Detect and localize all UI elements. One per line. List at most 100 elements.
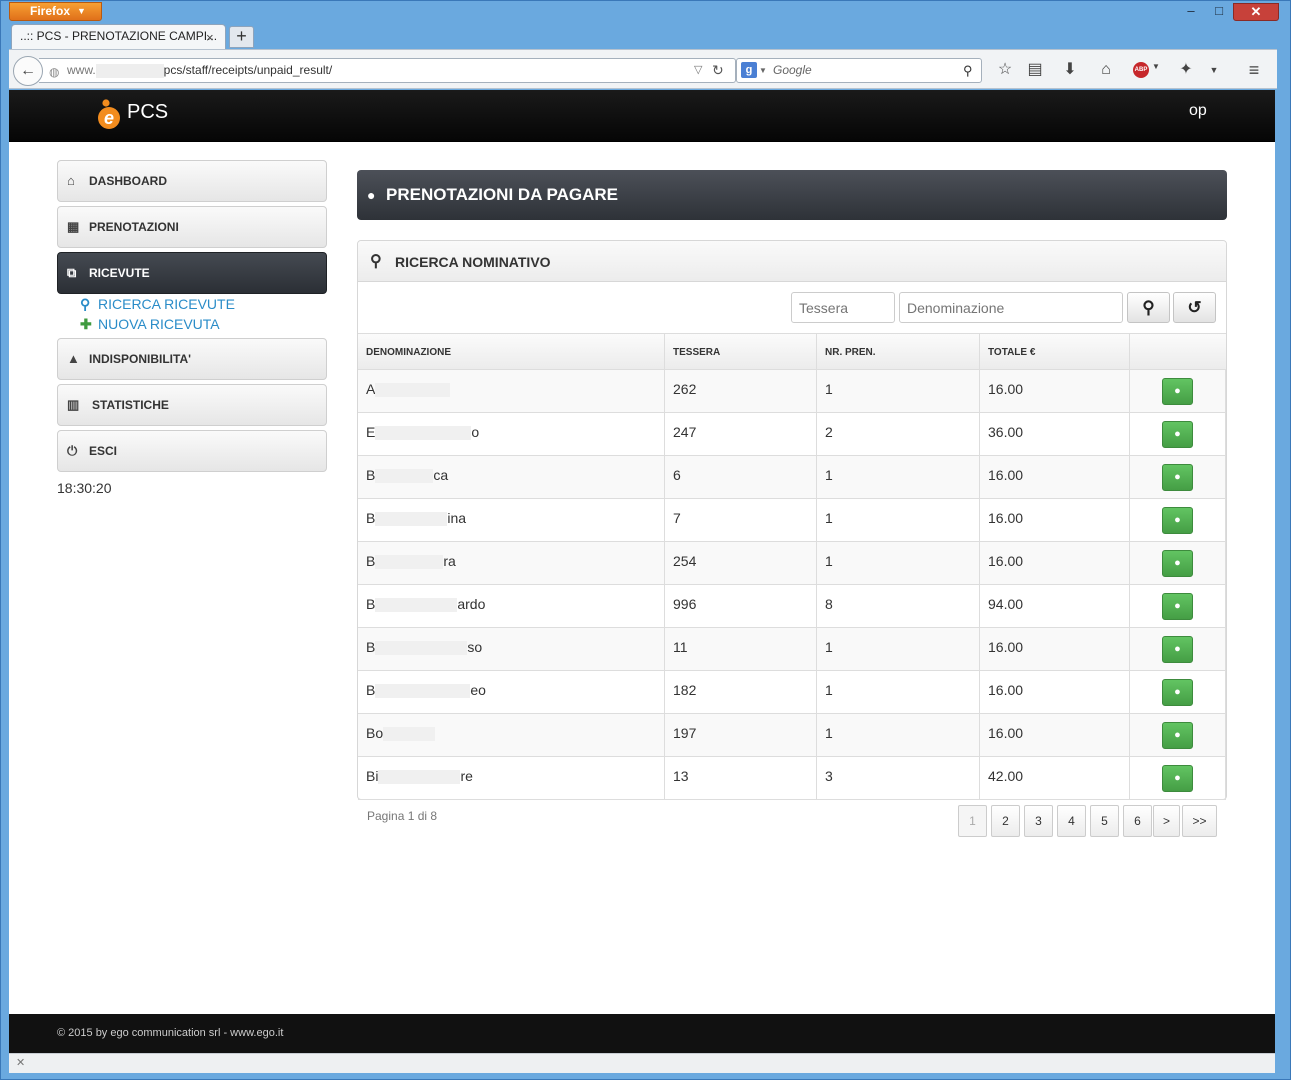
home-icon[interactable]: ⌂ xyxy=(1092,58,1120,82)
sidebar-item-indisponibilita[interactable]: ▲ INDISPONIBILITA' xyxy=(57,338,327,380)
bookmarks-icon[interactable]: ▤ xyxy=(1021,58,1049,82)
page-button[interactable]: 6 xyxy=(1123,805,1152,837)
overflow-icon[interactable]: ▼ xyxy=(1200,58,1228,82)
search-icon: ⚲ xyxy=(80,296,91,312)
back-button[interactable]: ← xyxy=(13,56,43,86)
column-header-totale[interactable]: TOTALE € xyxy=(980,334,1130,371)
search-bar[interactable]: g ▼ Google ⚲ xyxy=(736,58,982,83)
view-user-button[interactable]: ● xyxy=(1162,507,1193,534)
home-icon: ⌂ xyxy=(67,173,75,188)
user-icon: ● xyxy=(367,187,376,203)
view-user-button[interactable]: ● xyxy=(1162,464,1193,491)
cell-nr-pren: 1 xyxy=(817,671,980,714)
cell-totale: 16.00 xyxy=(980,542,1130,585)
firefox-menu-button[interactable]: Firefox ▼ xyxy=(9,2,102,21)
table-row: Bo 197 1 16.00 ● xyxy=(358,714,1226,757)
page-button[interactable]: 3 xyxy=(1024,805,1053,837)
sidebar-item-label: RICEVUTE xyxy=(89,266,150,280)
subitem-nuova-ricevuta[interactable]: ✚ NUOVA RICEVUTA xyxy=(80,316,220,333)
column-header-denominazione[interactable]: DENOMINAZIONE xyxy=(358,334,665,371)
app-header: e PCS op xyxy=(9,90,1275,142)
menu-icon[interactable]: ≡ xyxy=(1240,58,1268,82)
table-row: Bi re 13 3 42.00 ● xyxy=(358,757,1226,800)
sidebar-item-prenotazioni[interactable]: ▦ PRENOTAZIONI xyxy=(57,206,327,248)
table-row: A 262 1 16.00 ● xyxy=(358,370,1226,413)
footer-text: © 2015 by ego communication srl - www.eg… xyxy=(57,1027,284,1039)
denominazione-input[interactable] xyxy=(899,292,1123,323)
cell-actions: ● xyxy=(1130,499,1226,542)
table-row: Bina 7 1 16.00 ● xyxy=(358,499,1226,542)
maximize-button[interactable]: □ xyxy=(1205,3,1233,21)
user-menu[interactable]: op xyxy=(1189,102,1207,120)
page-button[interactable]: >> xyxy=(1182,805,1217,837)
name-redacted xyxy=(375,684,471,699)
view-user-button[interactable]: ● xyxy=(1162,765,1193,792)
cell-nr-pren: 1 xyxy=(817,456,980,499)
name-start: B xyxy=(366,467,376,483)
page-button[interactable]: 4 xyxy=(1057,805,1086,837)
subitem-ricerca-ricevute[interactable]: ⚲ RICERCA RICEVUTE xyxy=(80,296,235,313)
table-row: Eo 247 2 36.00 ● xyxy=(358,413,1226,456)
clock: 18:30:20 xyxy=(57,480,112,496)
view-user-button[interactable]: ● xyxy=(1162,550,1193,577)
history-dropdown-icon[interactable]: ▽ xyxy=(694,59,702,82)
search-button[interactable]: ⚲ xyxy=(1127,292,1170,323)
cell-actions: ● xyxy=(1130,585,1226,628)
google-engine-icon[interactable]: g xyxy=(741,62,757,78)
name-redacted xyxy=(378,770,461,785)
sidebar-item-dashboard[interactable]: ⌂ DASHBOARD xyxy=(57,160,327,202)
close-window-button[interactable]: ✕ xyxy=(1233,3,1279,21)
page-button[interactable]: 5 xyxy=(1090,805,1119,837)
page-button[interactable]: > xyxy=(1153,805,1180,837)
table-row: Bardo 996 8 94.00 ● xyxy=(358,585,1226,628)
column-header-tessera[interactable]: TESSERA xyxy=(665,334,817,371)
receipt-icon: ⧉ xyxy=(67,265,77,280)
view-user-button[interactable]: ● xyxy=(1162,593,1193,620)
page-title-bar: ● PRENOTAZIONI DA PAGARE xyxy=(357,170,1227,220)
sidebar-item-esci[interactable]: ⏻ ESCI xyxy=(57,430,327,472)
adblock-dropdown-icon[interactable]: ▼ xyxy=(1152,62,1160,71)
view-user-button[interactable]: ● xyxy=(1162,636,1193,663)
sidebar-item-statistiche[interactable]: ▥ STATISTICHE xyxy=(57,384,327,426)
name-redacted xyxy=(375,383,451,398)
close-addon-bar-icon[interactable]: ✕ xyxy=(16,1056,25,1069)
user-icon: ● xyxy=(1174,686,1181,698)
url-redacted xyxy=(95,63,164,78)
search-go-icon[interactable]: ⚲ xyxy=(963,59,973,82)
view-user-button[interactable]: ● xyxy=(1162,421,1193,448)
minimize-button[interactable]: – xyxy=(1177,3,1205,21)
sidebar-item-ricevute[interactable]: ⧉ RICEVUTE xyxy=(57,252,327,294)
new-tab-button[interactable]: + xyxy=(229,26,254,48)
download-icon[interactable]: ⬇ xyxy=(1056,58,1084,82)
page-button[interactable]: 2 xyxy=(991,805,1020,837)
url-bar[interactable]: ◍ www. pcs/staff/receipts/unpaid_result/ … xyxy=(39,58,736,83)
cell-actions: ● xyxy=(1130,714,1226,757)
cell-denominazione: Bso xyxy=(358,628,665,671)
adblock-icon[interactable]: ABP xyxy=(1133,62,1149,78)
column-header-nr-pren[interactable]: NR. PREN. xyxy=(817,334,980,371)
view-user-button[interactable]: ● xyxy=(1162,679,1193,706)
view-user-button[interactable]: ● xyxy=(1162,378,1193,405)
cell-nr-pren: 1 xyxy=(817,628,980,671)
user-icon: ● xyxy=(1174,514,1181,526)
cell-denominazione: Bardo xyxy=(358,585,665,628)
tab-close-icon[interactable]: × xyxy=(206,26,220,49)
tab-pcs[interactable]: ..:: PCS - PRENOTAZIONE CAMPI... × xyxy=(11,24,226,49)
page-viewport: e PCS op ⌂ DASHBOARD ▦ PRENOTAZIONI ⧉ RI… xyxy=(9,90,1275,1053)
extension-icon[interactable]: ✦ xyxy=(1172,58,1200,82)
cell-totale: 94.00 xyxy=(980,585,1130,628)
star-icon[interactable]: ☆ xyxy=(991,58,1019,82)
brand-name[interactable]: PCS xyxy=(127,101,168,124)
reset-button[interactable]: ↺ xyxy=(1173,292,1216,323)
cell-tessera: 254 xyxy=(665,542,817,585)
sidebar-item-label: INDISPONIBILITA' xyxy=(89,352,191,366)
cell-tessera: 13 xyxy=(665,757,817,800)
tessera-input[interactable] xyxy=(791,292,895,323)
engine-dropdown-icon[interactable]: ▼ xyxy=(759,59,767,82)
name-start: Bo xyxy=(366,725,384,741)
view-user-button[interactable]: ● xyxy=(1162,722,1193,749)
table-row: Bca 6 1 16.00 ● xyxy=(358,456,1226,499)
reload-icon[interactable]: ↻ xyxy=(712,59,724,82)
power-icon: ⏻ xyxy=(67,443,78,458)
page-button[interactable]: 1 xyxy=(958,805,987,837)
